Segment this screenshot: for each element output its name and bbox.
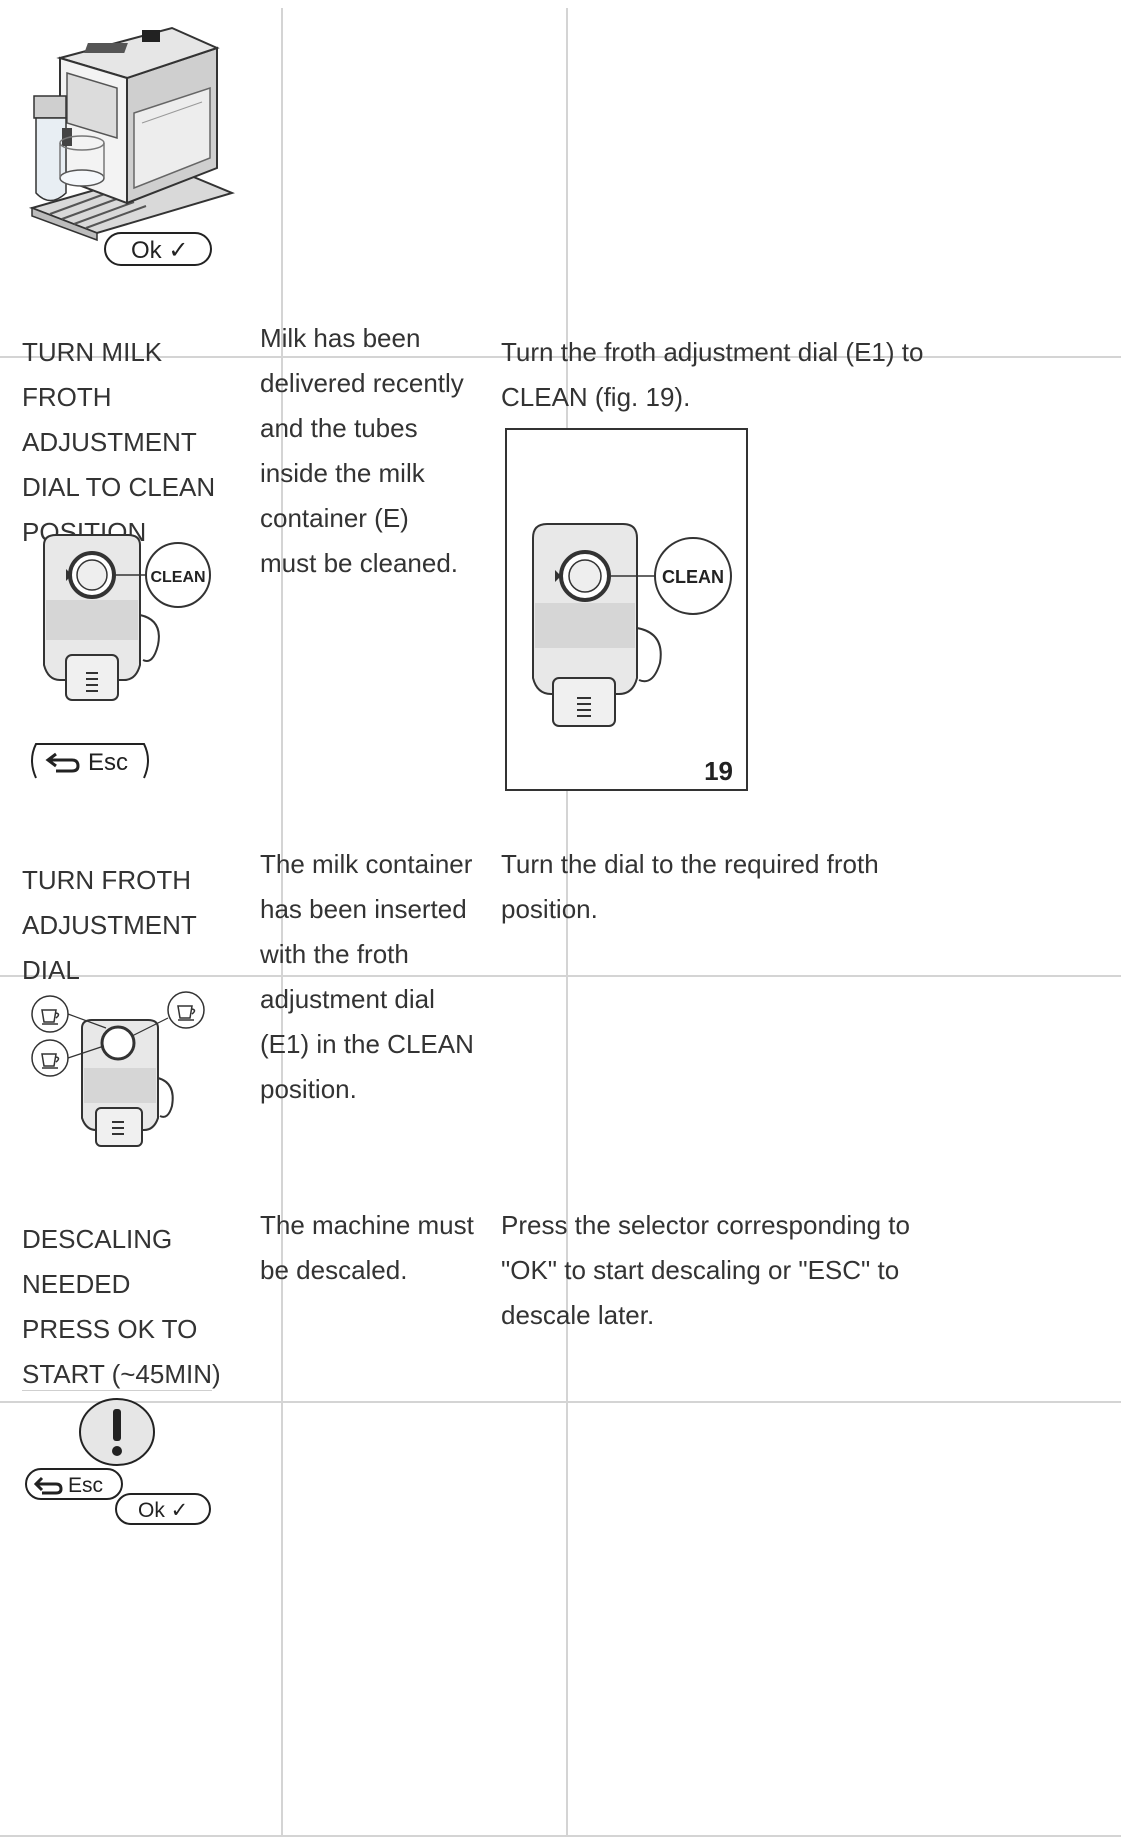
figure-number: 19 (704, 756, 733, 786)
troubleshooting-table: Ok ✓ TURN MILK FROTH ADJUSTMENT DIAL TO … (0, 0, 1121, 1843)
solution-descaling: Press the selector corresponding to "OK"… (501, 1210, 910, 1330)
cause-descaling: The machine must be descaled. (260, 1210, 474, 1285)
solution-clean-position: Turn the froth adjustment dial (E1) to C… (501, 337, 924, 412)
ok-label: Ok ✓ (131, 237, 188, 264)
milk-container-clean-icon: CLEAN (43, 534, 211, 701)
ok-label: Ok ✓ (138, 1499, 188, 1522)
figure-clean-label: CLEAN (662, 567, 724, 587)
message-descaling: DESCALING NEEDED PRESS OK TO START (~45M… (22, 1224, 221, 1389)
message-froth-dial: TURN FROTH ADJUSTMENT DIAL (22, 865, 197, 985)
message-clean-position: TURN MILK FROTH ADJUSTMENT DIAL TO CLEAN… (22, 337, 216, 547)
figure-19: CLEAN 19 (505, 428, 748, 791)
esc-label: Esc (88, 749, 128, 776)
display-divider (22, 1390, 212, 1391)
froth-dial-positions-icon (31, 991, 205, 1147)
esc-button-icon: Esc (31, 743, 149, 779)
solution-froth-dial: Turn the dial to the required froth posi… (501, 849, 879, 924)
cause-froth-dial: The milk container has been inserted wit… (260, 849, 474, 1104)
warning-display-icon: Esc Ok ✓ (25, 1398, 211, 1525)
cause-clean-position: Milk has been delivered recently and the… (260, 323, 464, 578)
row-divider (0, 1835, 1121, 1837)
esc-label: Esc (68, 1474, 103, 1497)
clean-label: CLEAN (150, 569, 205, 586)
coffee-machine-illustration (28, 26, 235, 242)
ok-button-icon: Ok ✓ (104, 232, 212, 266)
